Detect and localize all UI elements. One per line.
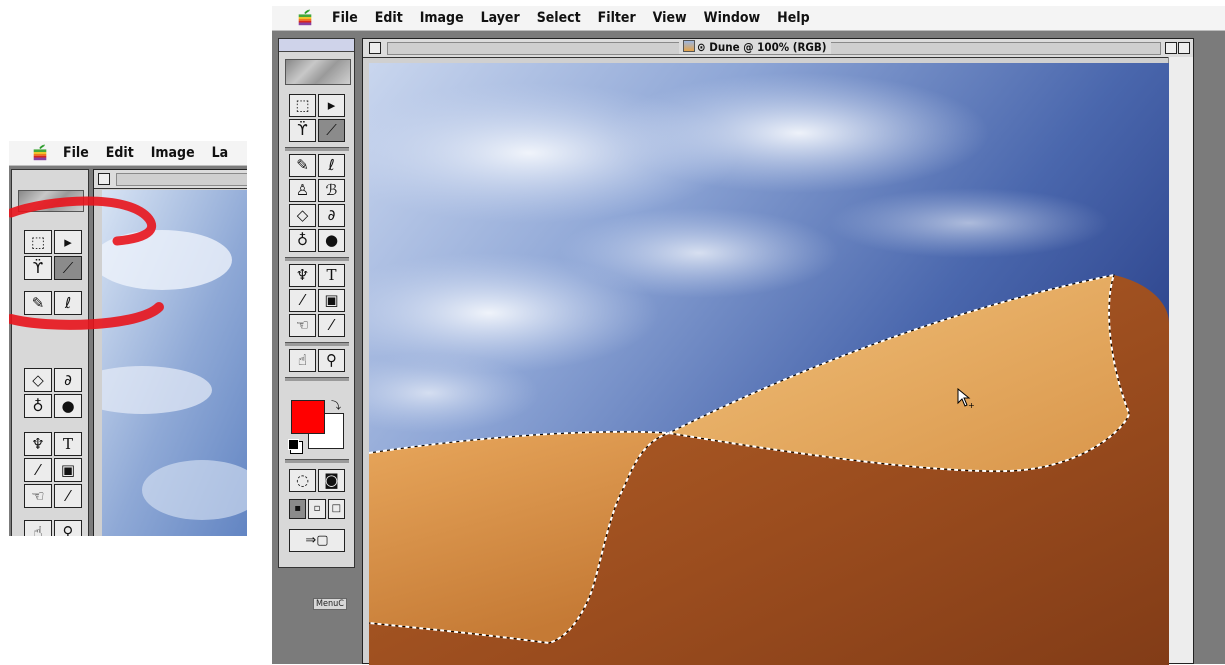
- document-titlebar[interactable]: ⊙ Dune @ 100% (RGB): [363, 39, 1193, 58]
- document-right-edge: [1168, 57, 1193, 663]
- swap-colors-icon[interactable]: ⤵: [331, 397, 341, 412]
- gradient-tool[interactable]: ▣: [318, 289, 345, 312]
- menu-bar: File Edit Image Layer Select Filter View…: [272, 6, 1225, 31]
- notes-tool[interactable]: ☜: [289, 314, 316, 337]
- burn-icon: ●: [324, 231, 339, 249]
- close-box[interactable]: [369, 42, 381, 54]
- menu-file[interactable]: File: [332, 10, 358, 26]
- quickmask-icon: ◌: [295, 471, 310, 489]
- document-lock-icon: ⊙: [697, 40, 706, 54]
- screen-mode-standard[interactable]: ▪: [289, 499, 307, 519]
- type-tool[interactable]: T: [318, 264, 345, 287]
- hand-tool[interactable]: ☝: [289, 349, 316, 372]
- dune-image: [369, 63, 1169, 665]
- image-canvas[interactable]: [369, 63, 1169, 665]
- menu-select[interactable]: Select: [537, 10, 581, 26]
- lasso-tool[interactable]: ϔ: [289, 119, 316, 142]
- toolbox-titlebar[interactable]: [279, 39, 354, 52]
- measure-tool[interactable]: ⁄: [289, 289, 316, 312]
- blur-tool[interactable]: ♁: [289, 229, 316, 252]
- hand-tool-icon: ☝: [297, 351, 308, 369]
- menu-filter[interactable]: Filter: [598, 10, 636, 26]
- pencil-icon: ∂: [327, 206, 336, 224]
- screen-mode-full-menu[interactable]: ▫: [308, 499, 326, 519]
- toolbox-separator: [285, 377, 349, 381]
- history-brush-tool[interactable]: ℬ: [318, 179, 345, 202]
- toolbox-separator: [285, 257, 349, 261]
- toolbox-separator: [285, 342, 349, 346]
- screen-mode-icon: □: [331, 503, 342, 514]
- collapsed-palette-tab[interactable]: MenuC: [313, 598, 347, 610]
- default-colors-icon[interactable]: [288, 439, 299, 450]
- stamp-tool[interactable]: ♙: [289, 179, 316, 202]
- measure-icon: ⁄: [301, 291, 304, 309]
- screen-mode-icon: ▪: [294, 503, 302, 514]
- menu-image[interactable]: Image: [420, 10, 464, 26]
- menu-help[interactable]: Help: [777, 10, 809, 26]
- eyedropper-tool[interactable]: ⁄: [318, 314, 345, 337]
- marquee-tool[interactable]: ⬚: [289, 94, 316, 117]
- zoom-tool[interactable]: ⚲: [318, 349, 345, 372]
- menu-window[interactable]: Window: [704, 10, 761, 26]
- marquee-tool-icon: ⬚: [295, 96, 310, 114]
- toolbox: ⬚ ▸ ϔ ⟋ ✎ ℓ ♙ ℬ ◇ ∂ ♁ ● ♆ T ⁄ ▣ ☜ ⁄ ☝ ⚲ …: [278, 38, 355, 568]
- brush-icon: ℓ: [328, 156, 335, 174]
- quickmask-mode-button[interactable]: ◙: [318, 469, 345, 492]
- quickmask-icon: ◙: [324, 471, 339, 489]
- menu-layer[interactable]: Layer: [481, 10, 520, 26]
- airbrush-icon: ✎: [296, 156, 309, 174]
- move-tool[interactable]: ▸: [318, 94, 345, 117]
- stamp-icon: ♙: [295, 181, 310, 199]
- eraser-icon: ◇: [296, 206, 309, 224]
- svg-text:+: +: [968, 401, 975, 410]
- inset-panel: File Edit Image La ⬚ ▸ ϔ ⟋ ✎ ℓ ◇ ∂ ♁ ● ♆…: [9, 141, 247, 536]
- zoom-tool-icon: ⚲: [326, 351, 337, 369]
- collapse-box[interactable]: [1178, 42, 1190, 54]
- pen-tool[interactable]: ♆: [289, 264, 316, 287]
- screen-mode-icon: ▫: [313, 503, 321, 514]
- eyedropper-icon: ⁄: [330, 316, 333, 334]
- apple-menu-icon[interactable]: [296, 9, 314, 27]
- document-title: ⊙ Dune @ 100% (RGB): [679, 40, 831, 54]
- menu-view[interactable]: View: [653, 10, 687, 26]
- jump-to-imageready-button[interactable]: ⇒▢: [289, 529, 345, 552]
- magic-wand-tool[interactable]: ⟋: [318, 119, 345, 142]
- toolbox-logo: [285, 59, 351, 85]
- pen-icon: ♆: [295, 266, 310, 284]
- lasso-tool-icon: ϔ: [297, 121, 308, 139]
- burn-tool[interactable]: ●: [318, 229, 345, 252]
- zoom-box[interactable]: [1165, 42, 1177, 54]
- pencil-tool[interactable]: ∂: [318, 204, 345, 227]
- hand-tool-icon: ☜: [295, 316, 310, 334]
- toolbox-separator: [285, 459, 349, 463]
- jump-to-imageready-icon: ⇒▢: [305, 533, 329, 548]
- move-tool-icon: ▸: [327, 96, 336, 114]
- document-window: ⊙ Dune @ 100% (RGB): [362, 38, 1194, 665]
- document-title-text: Dune @ 100% (RGB): [709, 40, 827, 54]
- history-brush-icon: ℬ: [325, 181, 338, 199]
- blur-icon: ♁: [297, 231, 308, 249]
- toolbox-separator: [285, 147, 349, 151]
- screen-mode-full[interactable]: □: [327, 499, 345, 519]
- foreground-color-swatch[interactable]: [291, 400, 325, 434]
- eraser-tool[interactable]: ◇: [289, 204, 316, 227]
- screen-mode-buttons: ▪ ▫ □: [289, 499, 345, 519]
- airbrush-tool[interactable]: ✎: [289, 154, 316, 177]
- gradient-icon: ▣: [324, 291, 339, 309]
- menu-edit[interactable]: Edit: [375, 10, 403, 26]
- magic-wand-icon: ⟋: [326, 121, 337, 139]
- type-icon: T: [326, 266, 337, 284]
- red-highlight-marks: [9, 196, 164, 330]
- arrow-cursor-icon: +: [957, 388, 975, 410]
- document-file-icon: [683, 40, 695, 52]
- standard-mode-button[interactable]: ◌: [289, 469, 316, 492]
- brush-tool[interactable]: ℓ: [318, 154, 345, 177]
